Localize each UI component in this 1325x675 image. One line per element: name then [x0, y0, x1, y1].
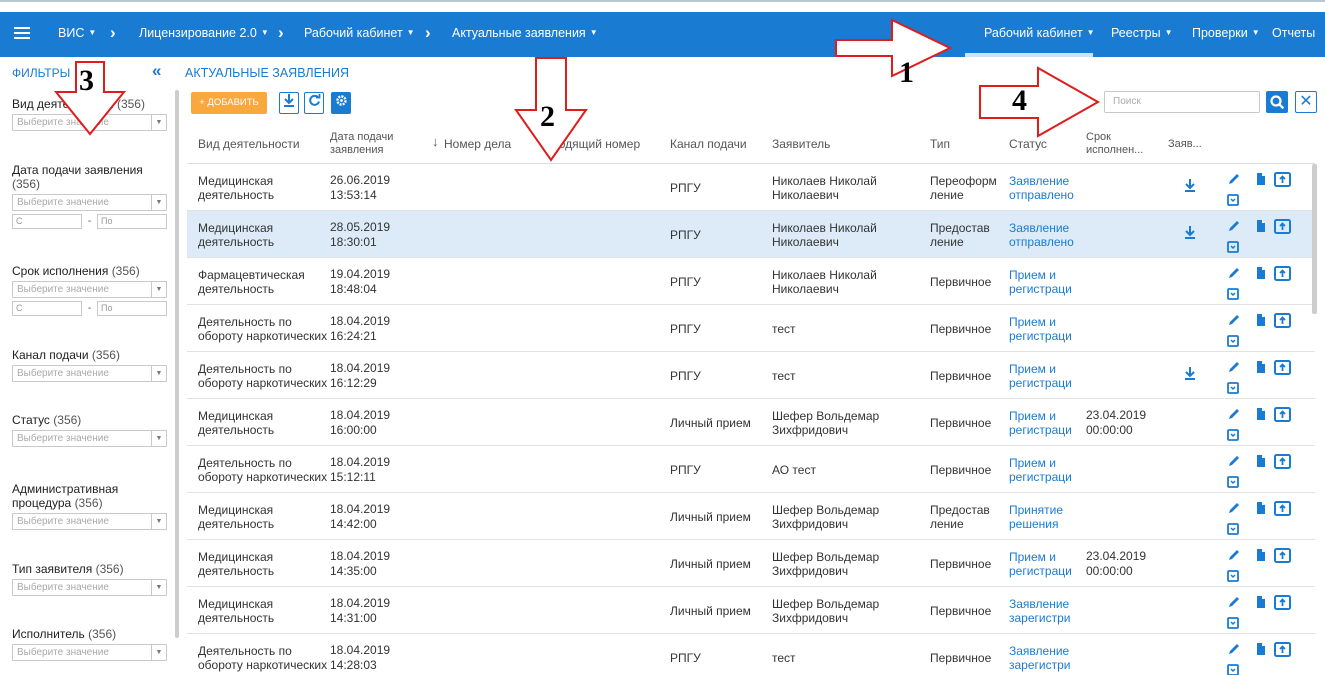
annotation-number-4: 4 — [1012, 84, 1027, 117]
annotation-arrows — [53, 18, 1101, 162]
annotation-number-3: 3 — [79, 64, 94, 97]
annotation-number-2: 2 — [540, 100, 555, 133]
annotation-number-1: 1 — [899, 56, 914, 89]
annotation-arrow-1 — [835, 18, 953, 78]
annotation-arrow-4 — [979, 66, 1101, 138]
